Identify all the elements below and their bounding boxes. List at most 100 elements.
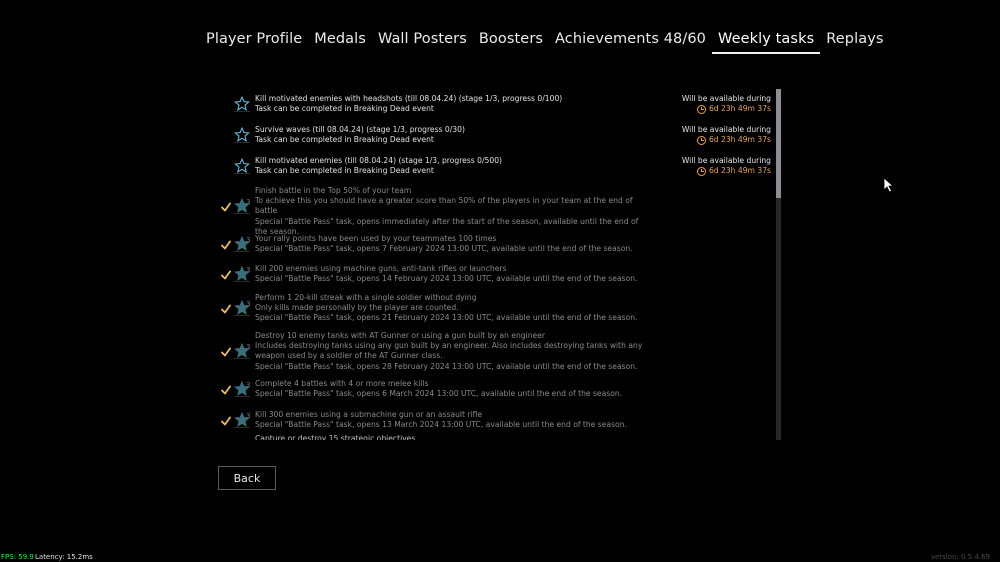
availability-info: Will be available during 6d 23h 49m 37s <box>682 125 771 145</box>
task-icon: 3 <box>234 198 250 214</box>
task-description: Special "Battle Pass" task, opens 7 Febr… <box>255 244 633 254</box>
checkmark-icon <box>221 416 231 426</box>
task-icon <box>234 127 250 143</box>
task-count-badge: 3 <box>246 412 251 420</box>
availability-info: Will be available during 6d 23h 49m 37s <box>682 94 771 114</box>
checkmark-icon <box>221 240 231 250</box>
task-description: Special "Battle Pass" task, opens 21 Feb… <box>255 313 638 323</box>
star-icon <box>234 158 250 173</box>
availability-label: Will be available during <box>681 94 771 103</box>
task-icon: 3 <box>234 412 250 428</box>
tab-wall-posters[interactable]: Wall Posters <box>372 30 473 54</box>
task-title: Destroy 10 enemy tanks with AT Gunner or… <box>255 331 546 340</box>
task-description: Special "Battle Pass" task, opens 13 Mar… <box>255 420 627 430</box>
availability-label: Will be available during <box>681 125 771 134</box>
task-title: Survive waves (till 08.04.24) (stage 1/3… <box>255 125 465 134</box>
availability-info: Will be available during 6d 23h 49m 37s <box>682 156 771 176</box>
task-list[interactable]: Kill motivated enemies with headshots (t… <box>218 89 774 440</box>
latency-readout: Latency: 15.2ms <box>35 553 93 561</box>
tab-weekly-tasks[interactable]: Weekly tasks <box>712 30 821 54</box>
scrollbar-thumb[interactable] <box>776 89 781 198</box>
task-title: Capture or destroy 15 strategic objectiv… <box>255 434 416 440</box>
task-icon: 3 <box>234 266 250 282</box>
task-description: Special "Battle Pass" task, opens 6 Marc… <box>255 389 623 399</box>
fps-counter: FPS: 59.9 <box>1 553 34 561</box>
task-icon: 3 <box>234 343 250 359</box>
task-description: To achieve this you should have a greate… <box>255 196 633 216</box>
availability-timer: 6d 23h 49m 37s <box>682 104 771 114</box>
scrollbar-track[interactable] <box>776 89 781 440</box>
task-title: Kill 200 enemies using machine guns, ant… <box>255 264 507 273</box>
task-title: Kill motivated enemies with headshots (t… <box>255 94 563 103</box>
checkmark-icon <box>221 347 231 357</box>
timer-text: 6d 23h 49m 37s <box>708 166 771 176</box>
task-title: Finish battle in the Top 50% of your tea… <box>255 186 412 195</box>
timer-text: 6d 23h 49m 37s <box>708 135 771 145</box>
task-text: Perform 1 20-kill streak with a single s… <box>255 293 647 324</box>
task-title: Perform 1 20-kill streak with a single s… <box>255 293 477 302</box>
task-count-badge: 3 <box>246 300 251 308</box>
task-description: Special "Battle Pass" task, opens 28 Feb… <box>255 361 638 371</box>
task-row[interactable]: 3 Perform 1 20-kill streak with a single … <box>218 293 774 324</box>
clock-icon <box>696 104 706 114</box>
task-row[interactable]: Survive waves (till 08.04.24) (stage 1/3… <box>218 125 774 145</box>
timer-text: 6d 23h 49m 37s <box>708 104 771 114</box>
star-icon <box>234 127 250 142</box>
task-description: Task can be completed in Breaking Dead e… <box>255 166 434 176</box>
task-icon: 3 <box>234 300 250 316</box>
task-description: Task can be completed in Breaking Dead e… <box>255 135 434 145</box>
mouse-cursor-icon <box>883 177 895 197</box>
task-count-badge: 3 <box>246 343 251 351</box>
task-row[interactable]: 3 Kill 200 enemies using machine guns, an… <box>218 264 774 284</box>
task-title: Complete 4 battles with 4 or more melee … <box>255 379 429 388</box>
tab-achievements[interactable]: Achievements 48/60 <box>549 30 712 54</box>
checkmark-icon <box>221 202 231 212</box>
top-nav: Player Profile Medals Wall Posters Boost… <box>200 30 890 54</box>
task-icon <box>234 158 250 174</box>
availability-timer: 6d 23h 49m 37s <box>682 135 771 145</box>
checkmark-icon <box>221 385 231 395</box>
task-text: Survive waves (till 08.04.24) (stage 1/3… <box>255 125 675 145</box>
task-count-badge: 3 <box>246 236 251 244</box>
availability-label: Will be available during <box>681 156 771 165</box>
clock-icon <box>696 166 706 176</box>
task-row[interactable]: Kill motivated enemies with headshots (t… <box>218 94 774 114</box>
task-icon: 3 <box>234 381 250 397</box>
task-text: Kill motivated enemies (till 08.04.24) (… <box>255 156 675 176</box>
task-count-badge: 3 <box>246 198 251 206</box>
star-icon <box>234 96 250 111</box>
task-icon <box>234 96 250 112</box>
task-count-badge: 3 <box>246 266 251 274</box>
task-title: Kill 300 enemies using a submachine gun … <box>255 410 483 419</box>
task-description: Only kills made personally by the player… <box>255 303 459 313</box>
task-text: Kill 300 enemies using a submachine gun … <box>255 410 647 430</box>
task-row[interactable]: 3 Kill 300 enemies using a submachine gun… <box>218 410 774 430</box>
clock-icon <box>696 135 706 145</box>
tab-replays[interactable]: Replays <box>820 30 889 54</box>
back-button[interactable]: Back <box>218 466 276 490</box>
task-row[interactable]: 3 Complete 4 battles with 4 or more melee… <box>218 379 774 399</box>
task-row[interactable]: 3 Finish battle in the Top 50% of your te… <box>218 186 774 236</box>
task-row[interactable]: Kill motivated enemies (till 08.04.24) (… <box>218 156 774 176</box>
tab-boosters[interactable]: Boosters <box>473 30 549 54</box>
task-row[interactable]: 3 Destroy 10 enemy tanks with AT Gunner o… <box>218 331 774 372</box>
tab-medals[interactable]: Medals <box>308 30 372 54</box>
task-text: Your rally points have been used by your… <box>255 234 647 254</box>
task-text: Kill motivated enemies with headshots (t… <box>255 94 675 114</box>
task-text: Complete 4 battles with 4 or more melee … <box>255 379 647 399</box>
task-description: Special "Battle Pass" task, opens 14 Feb… <box>255 274 638 284</box>
task-title: Your rally points have been used by your… <box>255 234 497 243</box>
checkmark-icon <box>221 270 231 280</box>
tab-player-profile[interactable]: Player Profile <box>200 30 308 54</box>
task-description: Task can be completed in Breaking Dead e… <box>255 104 434 114</box>
task-text: Kill 200 enemies using machine guns, ant… <box>255 264 647 284</box>
task-count-badge: 3 <box>246 381 251 389</box>
task-row[interactable]: Capture or destroy 15 strategic objectiv… <box>218 434 774 440</box>
task-title: Kill motivated enemies (till 08.04.24) (… <box>255 156 503 165</box>
task-row[interactable]: 3 Your rally points have been used by you… <box>218 234 774 254</box>
task-text: Destroy 10 enemy tanks with AT Gunner or… <box>255 331 647 372</box>
task-icon: 3 <box>234 236 250 252</box>
task-text: Finish battle in the Top 50% of your tea… <box>255 186 647 237</box>
availability-timer: 6d 23h 49m 37s <box>682 166 771 176</box>
version-label: version: 0.5.4.69 <box>930 553 990 561</box>
